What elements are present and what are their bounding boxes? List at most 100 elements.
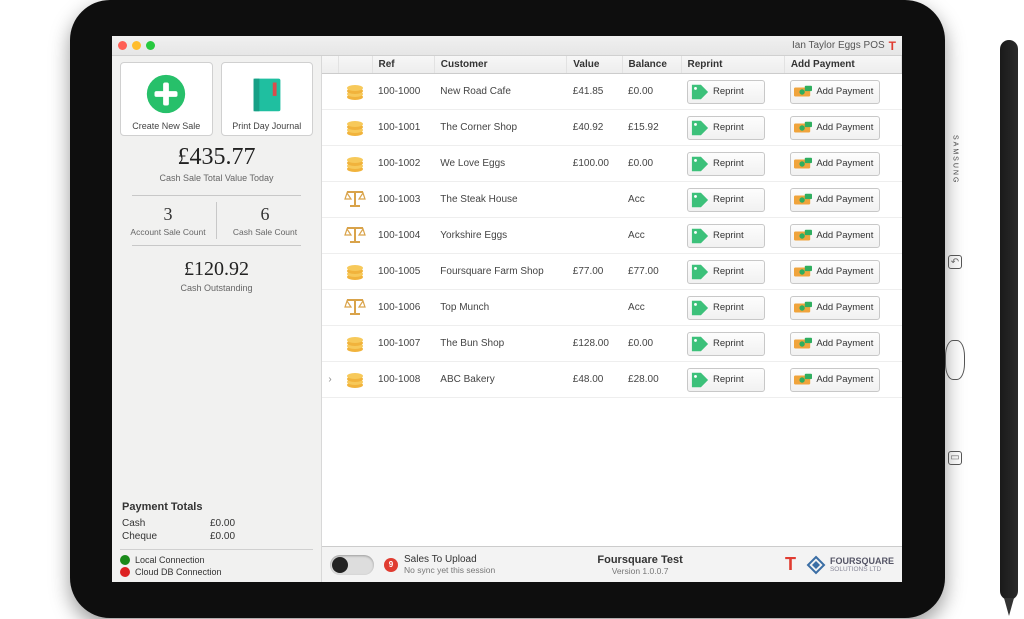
expand-toggle[interactable] <box>322 290 338 326</box>
cell-value: £128.00 <box>567 326 622 362</box>
col-type[interactable] <box>338 56 372 74</box>
add-payment-button[interactable]: Add Payment <box>790 332 880 356</box>
reprint-button[interactable]: Reprint <box>687 80 765 104</box>
coins-icon <box>344 367 366 389</box>
table-row[interactable]: 100-1006 Top Munch Acc Reprint Add Payme… <box>322 290 902 326</box>
col-customer[interactable]: Customer <box>434 56 566 74</box>
sales-to-upload-label: Sales To Upload <box>404 554 495 565</box>
cash-icon <box>793 191 813 209</box>
window-controls[interactable] <box>118 41 155 50</box>
table-row[interactable]: 100-1004 Yorkshire Eggs Acc Reprint Add … <box>322 218 902 254</box>
add-payment-button[interactable]: Add Payment <box>790 116 880 140</box>
reprint-button[interactable]: Reprint <box>687 296 765 320</box>
cash-sale-total-value: £435.77 <box>120 144 313 171</box>
status-bar: 9 Sales To Upload No sync yet this sessi… <box>322 546 902 582</box>
add-payment-label: Add Payment <box>816 302 873 313</box>
cell-customer: Top Munch <box>434 290 566 326</box>
table-row[interactable]: 100-1005 Foursquare Farm Shop £77.00 £77… <box>322 254 902 290</box>
add-payment-button[interactable]: Add Payment <box>790 260 880 284</box>
screen: Ian Taylor Eggs POS T Create New Sale <box>112 36 902 582</box>
brand-t-icon: T <box>785 554 796 575</box>
cell-customer: New Road Cafe <box>434 74 566 110</box>
expand-toggle[interactable] <box>322 146 338 182</box>
cell-balance: £77.00 <box>622 254 681 290</box>
expand-toggle[interactable] <box>322 182 338 218</box>
close-icon[interactable] <box>118 41 127 50</box>
cash-sale-count: 6 <box>217 204 313 225</box>
add-payment-button[interactable]: Add Payment <box>790 224 880 248</box>
payment-totals-heading: Payment Totals <box>122 501 311 513</box>
col-add-payment[interactable]: Add Payment <box>784 56 901 74</box>
window-title: Ian Taylor Eggs POS <box>792 40 885 51</box>
cell-customer: Yorkshire Eggs <box>434 218 566 254</box>
tablet-hardware-buttons: SAMSUNG ↶ ▭ <box>945 100 965 500</box>
add-payment-button[interactable]: Add Payment <box>790 188 880 212</box>
reprint-button[interactable]: Reprint <box>687 224 765 248</box>
cash-icon <box>793 155 813 173</box>
cash-icon <box>793 83 813 101</box>
expand-toggle[interactable] <box>322 74 338 110</box>
coins-icon <box>344 115 366 137</box>
reprint-button[interactable]: Reprint <box>687 260 765 284</box>
cell-value <box>567 182 622 218</box>
expand-toggle[interactable] <box>322 254 338 290</box>
col-reprint[interactable]: Reprint <box>681 56 784 74</box>
add-payment-label: Add Payment <box>816 266 873 277</box>
table-row[interactable]: › 100-1008 ABC Bakery £48.00 £28.00 Repr… <box>322 362 902 398</box>
cell-value <box>567 218 622 254</box>
cell-ref: 100-1004 <box>372 218 434 254</box>
payment-totals-section: Payment Totals Cash £0.00 Cheque £0.00 <box>120 495 313 549</box>
add-payment-label: Add Payment <box>816 338 873 349</box>
maximize-icon[interactable] <box>146 41 155 50</box>
cash-outstanding-label: Cash Outstanding <box>120 283 313 293</box>
reprint-button[interactable]: Reprint <box>687 188 765 212</box>
tablet-frame: SAMSUNG ↶ ▭ Ian Taylor Eggs POS T <box>70 0 945 618</box>
col-balance[interactable]: Balance <box>622 56 681 74</box>
table-row[interactable]: 100-1002 We Love Eggs £100.00 £0.00 Repr… <box>322 146 902 182</box>
add-payment-button[interactable]: Add Payment <box>790 80 880 104</box>
tag-icon <box>690 155 710 173</box>
cell-value: £40.92 <box>567 110 622 146</box>
col-value[interactable]: Value <box>567 56 622 74</box>
foursquare-brand: FOURSQUARE <box>830 556 894 566</box>
expand-toggle[interactable] <box>322 110 338 146</box>
table-row[interactable]: 100-1000 New Road Cafe £41.85 £0.00 Repr… <box>322 74 902 110</box>
expand-toggle[interactable]: › <box>322 362 338 398</box>
reprint-label: Reprint <box>713 194 744 205</box>
account-sale-count: 3 <box>120 204 216 225</box>
minimize-icon[interactable] <box>132 41 141 50</box>
reprint-button[interactable]: Reprint <box>687 368 765 392</box>
reprint-button[interactable]: Reprint <box>687 332 765 356</box>
add-payment-button[interactable]: Add Payment <box>790 296 880 320</box>
sales-table-panel: Ref Customer Value Balance Reprint Add P… <box>322 56 902 582</box>
expand-toggle[interactable] <box>322 218 338 254</box>
reprint-button[interactable]: Reprint <box>687 116 765 140</box>
cell-balance: £0.00 <box>622 326 681 362</box>
create-new-sale-label: Create New Sale <box>132 121 200 131</box>
create-new-sale-button[interactable]: Create New Sale <box>120 62 213 136</box>
foursquare-brand-sub: SOLUTIONS LTD <box>830 566 894 573</box>
cell-balance: Acc <box>622 218 681 254</box>
col-ref[interactable]: Ref <box>372 56 434 74</box>
print-day-journal-button[interactable]: Print Day Journal <box>221 62 314 136</box>
upload-count-badge: 9 <box>384 558 398 572</box>
cell-balance: £28.00 <box>622 362 681 398</box>
table-row[interactable]: 100-1003 The Steak House Acc Reprint Add… <box>322 182 902 218</box>
add-payment-button[interactable]: Add Payment <box>790 368 880 392</box>
cell-ref: 100-1007 <box>372 326 434 362</box>
table-row[interactable]: 100-1007 The Bun Shop £128.00 £0.00 Repr… <box>322 326 902 362</box>
cash-outstanding-value: £120.92 <box>120 258 313 281</box>
cash-total-label: Cash <box>122 518 210 529</box>
coins-icon <box>344 331 366 353</box>
table-row[interactable]: 100-1001 The Corner Shop £40.92 £15.92 R… <box>322 110 902 146</box>
reprint-button[interactable]: Reprint <box>687 152 765 176</box>
cash-sale-total-label: Cash Sale Total Value Today <box>120 173 313 183</box>
add-payment-button[interactable]: Add Payment <box>790 152 880 176</box>
tag-icon <box>690 191 710 209</box>
recent-hw-button: ▭ <box>948 451 962 465</box>
cash-icon <box>793 119 813 137</box>
expand-toggle[interactable] <box>322 326 338 362</box>
sync-toggle[interactable] <box>330 555 374 575</box>
col-expand[interactable] <box>322 56 338 74</box>
coins-icon <box>344 79 366 101</box>
